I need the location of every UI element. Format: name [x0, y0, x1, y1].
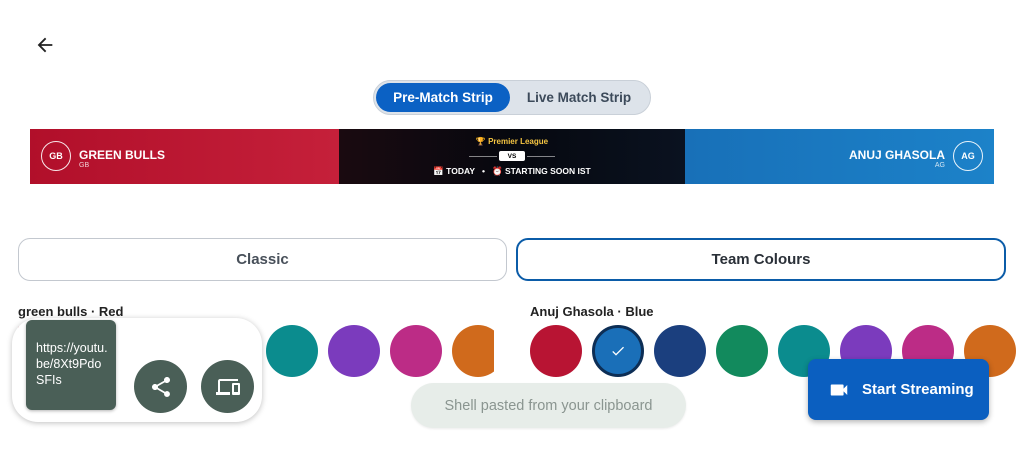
video-camera-icon	[830, 384, 848, 395]
start-streaming-button[interactable]: Start Streaming	[808, 359, 989, 420]
stream-link-card[interactable]: https://youtu.be/8Xt9PdoSFIs	[26, 320, 116, 410]
away-swatch-green[interactable]	[716, 325, 768, 377]
away-swatch-navy[interactable]	[654, 325, 706, 377]
devices-button[interactable]	[201, 360, 254, 413]
home-swatch-teal[interactable]	[266, 325, 318, 377]
home-swatch-magenta[interactable]	[390, 325, 442, 377]
home-swatch-orange[interactable]	[452, 325, 494, 377]
share-icon	[151, 376, 170, 397]
stream-link-text: https://youtu.be/8Xt9PdoSFIs	[36, 341, 108, 387]
share-button[interactable]	[134, 360, 187, 413]
devices-icon	[215, 378, 240, 395]
start-streaming-label: Start Streaming	[862, 381, 974, 398]
vs-badge: VS	[499, 151, 525, 161]
away-swatch-red[interactable]	[530, 325, 582, 377]
clipboard-toast: Shell pasted from your clipboard	[411, 383, 686, 428]
home-swatch-purple[interactable]	[328, 325, 380, 377]
away-swatch-blue-selected[interactable]	[592, 325, 644, 377]
check-icon	[612, 346, 624, 356]
